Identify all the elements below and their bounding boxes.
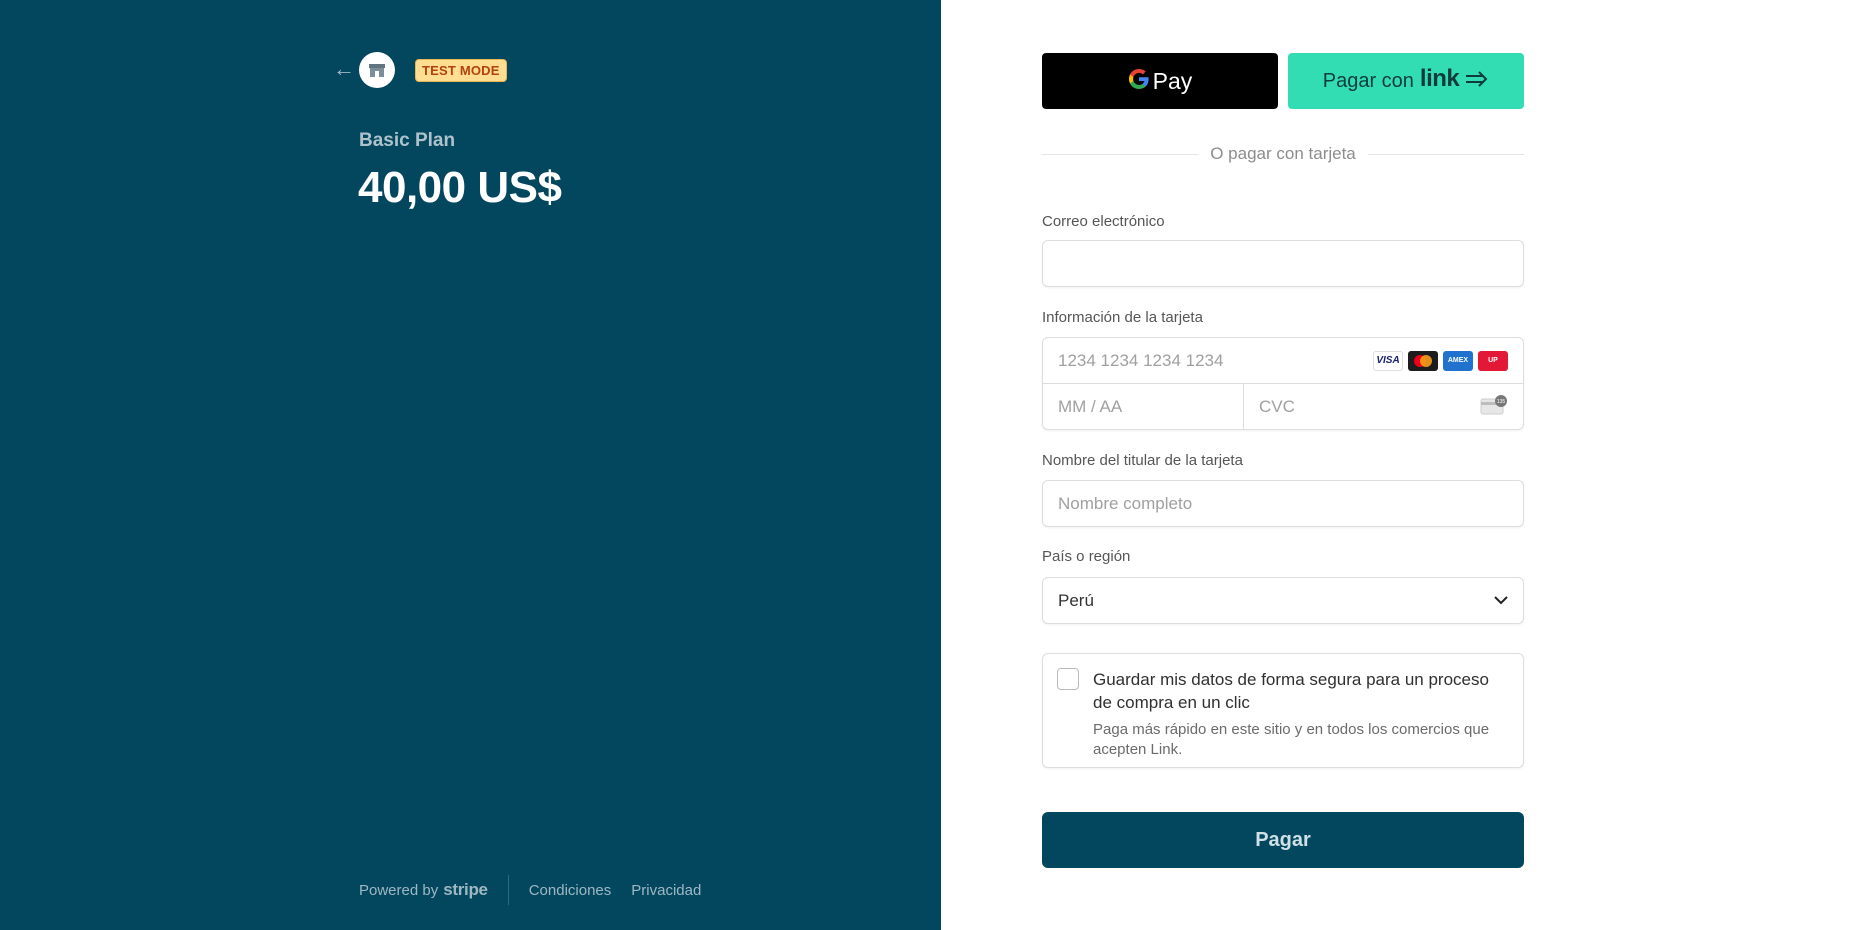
cvc-badge: 135 [1497, 399, 1506, 405]
unionpay-icon: UP [1478, 350, 1508, 371]
email-field-wrapper [1042, 240, 1524, 287]
card-number-row: VISA AMEX UP [1043, 338, 1523, 384]
powered-by[interactable]: Powered by stripe [359, 880, 488, 900]
pay-with-card-divider: O pagar con tarjeta [1042, 144, 1524, 164]
link-pay-text: Pagar con [1322, 69, 1414, 92]
cvc-card-icon: 135 [1480, 394, 1508, 420]
divider-text: O pagar con tarjeta [1210, 144, 1356, 163]
country-label: País o región [1042, 548, 1131, 565]
privacy-link[interactable]: Privacidad [631, 882, 701, 899]
pay-button[interactable]: Pagar [1042, 812, 1524, 868]
arrow-left-icon[interactable]: ← [333, 58, 359, 80]
test-mode-badge: TEST MODE [415, 58, 507, 82]
amex-icon: AMEX [1443, 350, 1473, 371]
google-pay-button[interactable]: Pay [1042, 53, 1278, 109]
card-info-label: Información de la tarjeta [1042, 309, 1203, 326]
wallet-buttons: Pay Pagar con link [1042, 53, 1524, 109]
price-total: 40,00 US$ [358, 163, 562, 212]
arrow-right-icon [1465, 70, 1489, 92]
google-g-icon [1128, 68, 1150, 95]
cardholder-field-wrapper [1042, 480, 1524, 527]
mastercard-icon [1408, 350, 1438, 371]
visa-icon: VISA [1373, 350, 1403, 371]
cvc-cell: 135 [1244, 384, 1523, 430]
order-summary-panel: ← TEST MODE Basic Plan 40,00 US$ Powered… [0, 0, 941, 930]
card-number-input[interactable] [1058, 338, 1373, 383]
footer: Powered by stripe Condiciones Privacidad [359, 875, 721, 905]
save-info-checkbox[interactable] [1057, 668, 1079, 690]
link-logo: link [1419, 65, 1460, 92]
footer-divider [507, 875, 509, 905]
stripe-logo: stripe [443, 880, 488, 899]
expiry-input[interactable] [1058, 397, 1228, 417]
cardholder-label: Nombre del titular de la tarjeta [1042, 452, 1243, 469]
email-label: Correo electrónico [1042, 213, 1165, 230]
card-brands: VISA AMEX UP [1373, 350, 1508, 371]
store-icon [359, 52, 395, 88]
save-info-box: Guardar mis datos de forma segura para u… [1042, 653, 1524, 768]
save-info-title: Guardar mis datos de forma segura para u… [1093, 670, 1489, 712]
product-name: Basic Plan [359, 130, 456, 151]
save-info-description: Paga más rápido en este sitio y en todos… [1093, 721, 1490, 758]
link-pay-button[interactable]: Pagar con link [1288, 53, 1524, 109]
save-info-text: Guardar mis datos de forma segura para u… [1093, 668, 1509, 767]
expiry-cell [1043, 384, 1244, 430]
country-select[interactable]: Perú [1042, 577, 1524, 624]
card-info-group: VISA AMEX UP [1042, 337, 1524, 430]
country-value: Perú [1058, 590, 1094, 610]
chevron-down-icon [1494, 592, 1508, 610]
gpay-label: Pay [1152, 67, 1193, 94]
email-field[interactable] [1043, 241, 1523, 286]
cardholder-name-input[interactable] [1043, 481, 1523, 526]
cvc-input[interactable] [1259, 397, 1480, 417]
summary-header: ← TEST MODE [333, 52, 507, 88]
powered-by-text: Powered by [359, 882, 439, 899]
card-expiry-cvc-row: 135 [1043, 384, 1523, 430]
terms-link[interactable]: Condiciones [529, 882, 612, 899]
